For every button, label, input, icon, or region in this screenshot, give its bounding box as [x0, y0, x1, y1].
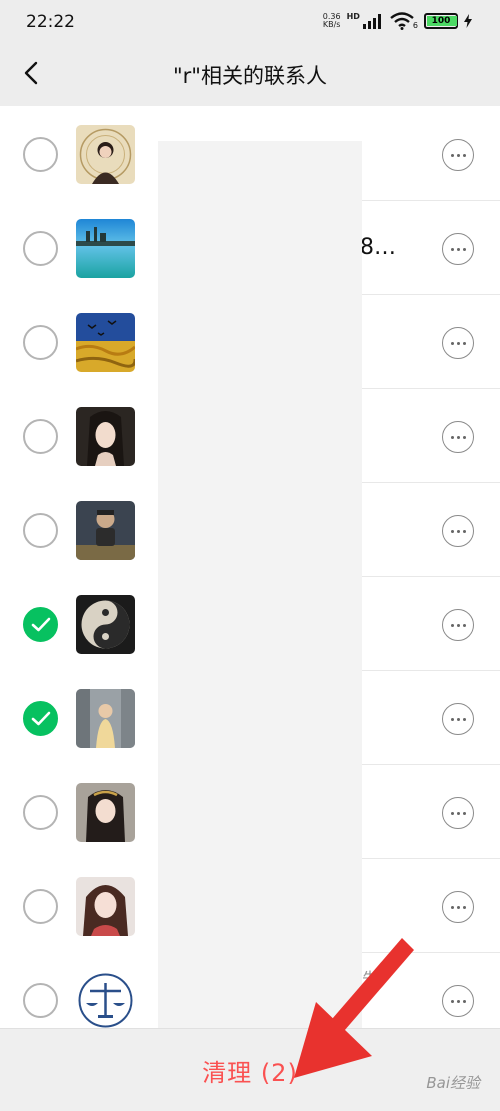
network-speed-unit: KB/s: [322, 20, 341, 29]
status-bar: 22:22 0.36 KB/s HD 6 100: [0, 0, 500, 44]
select-checkbox[interactable]: [23, 889, 58, 924]
more-options-icon[interactable]: [442, 139, 474, 171]
wifi-icon: [390, 12, 414, 30]
page-title: "r"相关的联系人: [173, 64, 327, 88]
select-checkbox[interactable]: [23, 137, 58, 172]
status-icons: 0.36 KB/s HD 6 100: [323, 12, 472, 30]
contact-avatar[interactable]: [76, 877, 135, 936]
contact-note: 朱: [362, 969, 379, 988]
contact-avatar[interactable]: [76, 971, 135, 1030]
contact-avatar[interactable]: [76, 407, 135, 466]
contact-avatar[interactable]: [76, 125, 135, 184]
wifi-badge: 6: [412, 21, 418, 30]
contact-avatar[interactable]: [76, 219, 135, 278]
bottom-action-bar: 清理 (2): [0, 1028, 500, 1111]
contact-avatar[interactable]: [76, 783, 135, 842]
charging-icon: [464, 14, 472, 28]
signal-icon: [362, 14, 381, 29]
more-options-icon[interactable]: [442, 703, 474, 735]
more-options-icon[interactable]: [442, 421, 474, 453]
select-checkbox[interactable]: [23, 325, 58, 360]
select-checkbox[interactable]: [23, 513, 58, 548]
checkmark-icon: [31, 711, 51, 726]
contact-name: 8…: [360, 235, 396, 260]
more-options-icon[interactable]: [442, 891, 474, 923]
battery-icon: 100: [424, 13, 458, 29]
more-options-icon[interactable]: [442, 985, 474, 1017]
status-time: 22:22: [26, 12, 75, 32]
contact-avatar[interactable]: [76, 595, 135, 654]
privacy-mask: [158, 141, 362, 1028]
select-checkbox[interactable]: [23, 419, 58, 454]
select-checkbox[interactable]: [23, 795, 58, 830]
select-checkbox[interactable]: [23, 983, 58, 1018]
more-options-icon[interactable]: [442, 515, 474, 547]
network-speed: 0.36 KB/s: [323, 13, 341, 29]
clean-button[interactable]: 清理 (2): [0, 1053, 500, 1088]
more-options-icon[interactable]: [442, 327, 474, 359]
watermark: Bai经验: [426, 1074, 480, 1092]
contact-avatar[interactable]: [76, 689, 135, 748]
select-checkbox[interactable]: [23, 231, 58, 266]
navigation-bar: "r"相关的联系人: [0, 44, 500, 106]
contact-avatar[interactable]: [76, 313, 135, 372]
battery-level: 100: [431, 16, 451, 26]
select-checkbox[interactable]: [23, 701, 58, 736]
checkmark-icon: [31, 617, 51, 632]
select-checkbox[interactable]: [23, 607, 58, 642]
contact-avatar[interactable]: [76, 501, 135, 560]
more-options-icon[interactable]: [442, 797, 474, 829]
hd-label: HD: [346, 12, 360, 21]
more-options-icon[interactable]: [442, 609, 474, 641]
more-options-icon[interactable]: [442, 233, 474, 265]
